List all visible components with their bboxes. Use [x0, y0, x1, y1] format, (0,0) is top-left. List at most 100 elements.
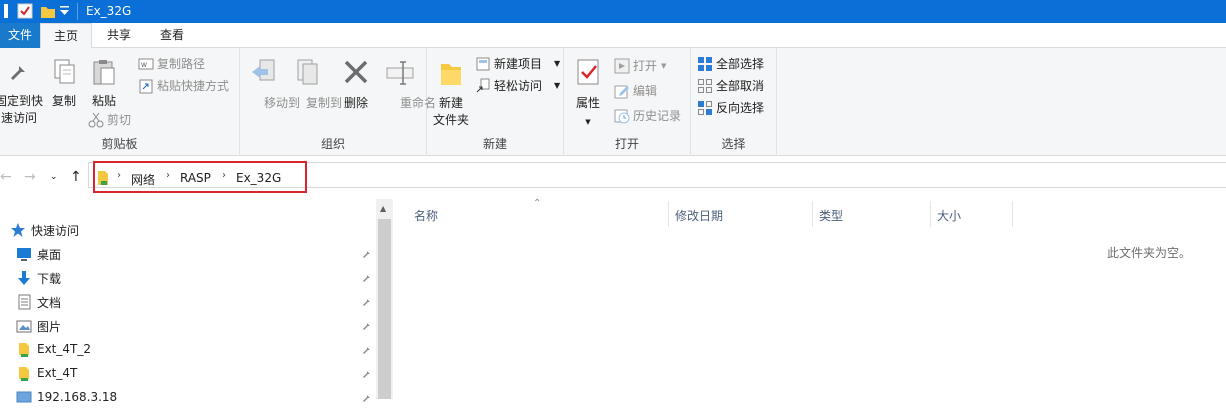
tab-home[interactable]: 主页	[40, 23, 92, 49]
desktop-icon	[16, 246, 32, 265]
column-divider[interactable]	[1012, 201, 1013, 227]
new-item-label: 新建项目	[494, 57, 543, 71]
network-folder-icon	[16, 342, 32, 361]
nav-item-label: 桌面	[37, 248, 62, 262]
column-header-type[interactable]: 类型	[819, 207, 843, 224]
copy-to-icon	[286, 58, 326, 93]
customize-toolbar-icon[interactable]	[60, 5, 70, 20]
up-icon[interactable]: ↑	[70, 169, 82, 185]
nav-item-label: 下载	[37, 272, 62, 286]
column-divider[interactable]	[668, 201, 669, 227]
move-to-label: 移动到	[264, 96, 301, 110]
history-label: 历史记录	[633, 109, 682, 123]
clipboard-group-label: 剪贴板	[101, 137, 138, 151]
nav-item-label: 192.168.3.18	[37, 390, 118, 404]
organize-group: 移动到 复制到 删除 重命名 组织	[240, 48, 436, 156]
delete-button[interactable]: 删除	[340, 58, 372, 112]
scroll-thumb[interactable]	[378, 219, 391, 399]
nav-item-documents[interactable]: 文档	[16, 291, 378, 313]
new-item-icon	[475, 56, 491, 78]
pin-icon[interactable]	[362, 391, 372, 405]
paste-shortcut-label: 粘贴快捷方式	[157, 79, 230, 93]
column-header-size[interactable]: 大小	[937, 207, 961, 224]
nav-item-ip[interactable]: 192.168.3.18	[16, 387, 378, 409]
column-divider[interactable]	[930, 201, 931, 227]
pin-label-1: 固定到快	[0, 94, 43, 108]
download-icon	[16, 270, 32, 289]
open-group: 属性 ▼ 打开 ▼ 编辑 历史记录 打开	[564, 48, 691, 156]
picture-icon	[16, 318, 32, 337]
nav-quick-access-label: 快速访问	[31, 224, 80, 238]
copy-to-label: 复制到	[306, 96, 343, 110]
column-divider[interactable]	[812, 201, 813, 227]
properties-icon	[570, 58, 606, 93]
scroll-up-icon[interactable]: ▲	[380, 204, 386, 213]
pin-quick-access-button[interactable]: 固定到快 速访问	[0, 58, 44, 127]
easy-access-label: 轻松访问	[494, 79, 543, 93]
pin-icon[interactable]	[362, 295, 372, 309]
nav-item-label: Ext_4T_2	[37, 342, 91, 356]
nav-item-pictures[interactable]: 图片	[16, 315, 378, 337]
column-header-date[interactable]: 修改日期	[675, 207, 723, 224]
tab-view[interactable]: 查看	[146, 23, 198, 48]
copy-path-icon: W	[138, 56, 154, 78]
ribbon-tabs: 文件 主页 共享 查看	[0, 23, 1226, 49]
new-group: 新建 文件夹 新建项目 ▼ 轻松访问 ▼ 新建	[427, 48, 564, 156]
new-group-label: 新建	[482, 137, 507, 151]
new-folder-label-2: 文件夹	[432, 113, 469, 127]
pin-icon[interactable]	[362, 343, 372, 357]
copy-path-label: 复制路径	[157, 57, 206, 71]
nav-scrollbar[interactable]: ▲	[376, 199, 393, 399]
nav-item-downloads[interactable]: 下载	[16, 267, 378, 289]
easy-access-icon	[475, 78, 491, 100]
copy-button[interactable]: 复制	[48, 58, 80, 110]
nav-item-label: 文档	[37, 296, 62, 310]
tab-file[interactable]: 文件	[0, 23, 40, 48]
properties-dropdown-icon: ▼	[585, 118, 591, 126]
properties-quick-icon[interactable]	[17, 3, 33, 22]
paste-button[interactable]: 粘贴	[88, 58, 120, 110]
pin-label-2: 速访问	[0, 111, 37, 125]
app-icon[interactable]	[4, 3, 14, 22]
move-to-button[interactable]: 移动到	[244, 58, 300, 110]
rename-button[interactable]: 重命名	[378, 58, 436, 110]
select-group-label: 选择	[721, 137, 746, 151]
delete-label: 删除	[343, 96, 368, 110]
recent-locations-icon[interactable]: ⌄	[50, 172, 58, 182]
select-group: 全部选择 全部取消 反向选择 选择	[691, 48, 777, 156]
nav-quick-access[interactable]: 快速访问	[10, 219, 372, 241]
nav-item-ext-4t[interactable]: Ext_4T	[16, 363, 378, 385]
delete-x-icon	[340, 58, 372, 93]
document-icon	[16, 294, 32, 313]
sort-arrow-icon: ⌃	[533, 198, 542, 209]
new-folder-icon	[431, 58, 471, 93]
empty-folder-message: 此文件夹为空。	[1107, 246, 1192, 260]
copy-label: 复制	[51, 94, 76, 108]
select-none-label: 全部取消	[716, 79, 765, 93]
pin-icon[interactable]	[362, 271, 372, 285]
organize-group-label: 组织	[320, 137, 345, 151]
pin-icon[interactable]	[362, 319, 372, 333]
forward-icon[interactable]: →	[24, 169, 36, 185]
properties-label: 属性	[575, 96, 600, 110]
pin-icon[interactable]	[362, 247, 372, 261]
new-folder-button[interactable]: 新建 文件夹	[431, 58, 471, 129]
new-folder-quick-icon[interactable]	[40, 3, 56, 22]
ribbon: 固定到快 速访问 复制 粘贴 W 复制路径 粘贴快捷方式 剪切 剪贴板 移动到 …	[0, 48, 1226, 156]
properties-button[interactable]: 属性 ▼	[570, 58, 606, 131]
tab-share[interactable]: 共享	[94, 23, 144, 48]
column-header-name[interactable]: 名称	[414, 207, 438, 224]
open-group-label: 打开	[614, 137, 639, 151]
nav-item-label: Ext_4T	[37, 366, 78, 380]
rename-icon	[378, 58, 422, 93]
scissors-icon	[88, 112, 104, 134]
edit-icon	[614, 83, 630, 105]
new-item-dropdown-icon: ▼	[554, 59, 561, 68]
open-dropdown-icon: ▼	[661, 62, 667, 70]
cut-label: 剪切	[107, 113, 132, 127]
copy-to-button[interactable]: 复制到	[286, 58, 342, 110]
nav-item-desktop[interactable]: 桌面	[16, 243, 378, 265]
back-icon[interactable]: ←	[0, 169, 12, 185]
pin-icon[interactable]	[362, 367, 372, 381]
nav-item-ext-4t-2[interactable]: Ext_4T_2	[16, 339, 378, 361]
